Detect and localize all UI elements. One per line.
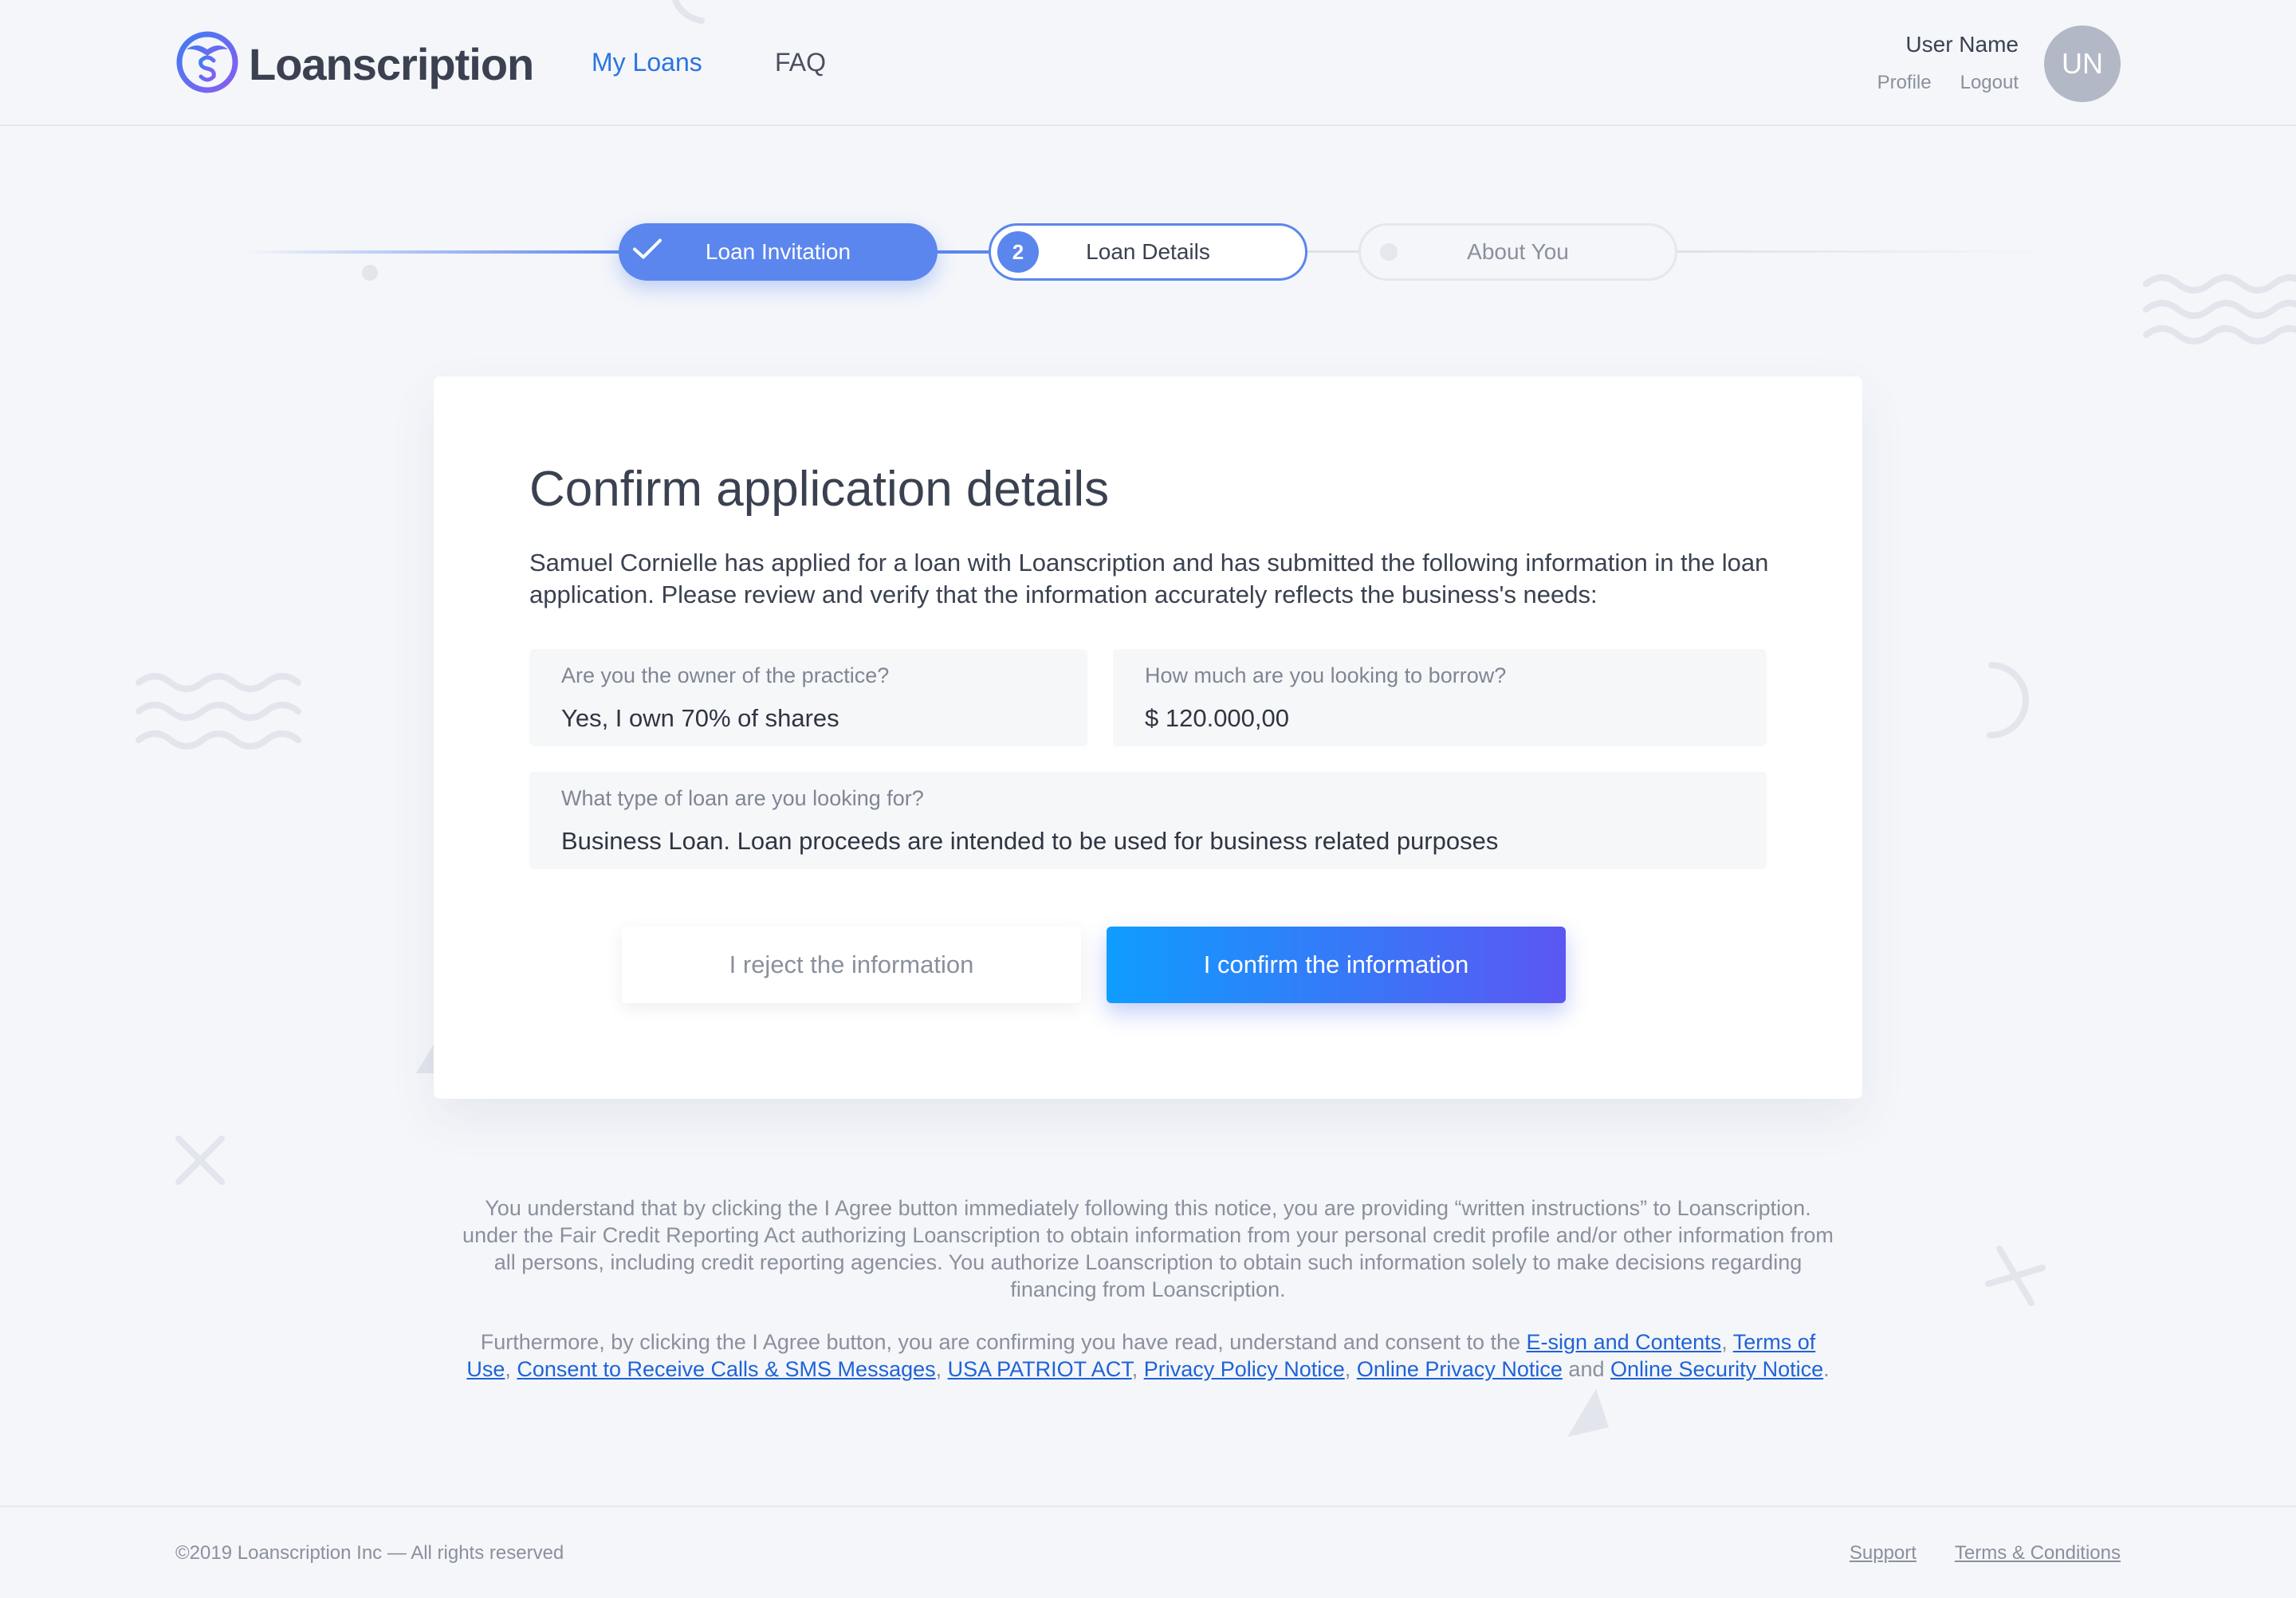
step-label: Loan Invitation	[705, 239, 851, 264]
step-dot-icon	[1380, 243, 1398, 261]
decorative-triangle-right	[1564, 1387, 1612, 1439]
brand-logo[interactable]: Loanscription	[175, 30, 534, 98]
field-value: $ 120.000,00	[1145, 704, 1290, 732]
footer-links: Support Terms & Conditions	[1850, 1542, 2121, 1565]
copyright-text: ©2019 Loanscription Inc — All rights res…	[175, 1542, 564, 1564]
separator: ,	[505, 1357, 517, 1381]
terms-conditions-link[interactable]: Terms & Conditions	[1955, 1542, 2121, 1565]
stepper-track-right	[1676, 250, 2050, 253]
field-value: Yes, I own 70% of shares	[561, 704, 839, 732]
card-intro-text: Samuel Cornielle has applied for a loan …	[529, 549, 1769, 608]
period: .	[1823, 1357, 1830, 1381]
stepper-track-completed	[936, 250, 989, 254]
online-security-link[interactable]: Online Security Notice	[1610, 1357, 1823, 1381]
privacy-policy-link[interactable]: Privacy Policy Notice	[1144, 1357, 1345, 1381]
online-privacy-link[interactable]: Online Privacy Notice	[1357, 1357, 1563, 1381]
step-label: Loan Details	[1086, 239, 1210, 264]
consent-calls-link[interactable]: Consent to Receive Calls & SMS Messages	[517, 1357, 935, 1381]
step-loan-details[interactable]: 2 Loan Details	[989, 223, 1307, 281]
loan-type-field: What type of loan are you looking for? B…	[529, 772, 1767, 869]
profile-link[interactable]: Profile	[1877, 72, 1932, 94]
field-label: Are you the owner of the practice?	[561, 663, 890, 687]
decorative-dot	[362, 265, 378, 281]
page-title: Confirm application details	[529, 462, 1110, 517]
nav-faq[interactable]: FAQ	[775, 48, 826, 77]
field-label: How much are you looking to borrow?	[1145, 663, 1507, 687]
borrow-amount-field: How much are you looking to borrow? $ 12…	[1113, 649, 1767, 746]
brand-name: Loanscription	[249, 38, 534, 89]
nav-my-loans[interactable]: My Loans	[592, 48, 702, 77]
separator: ,	[1721, 1330, 1733, 1354]
reject-button[interactable]: I reject the information	[622, 927, 1081, 1003]
support-link[interactable]: Support	[1850, 1542, 1917, 1565]
user-name: User Name	[1905, 32, 2019, 57]
top-header: Loanscription My Loans FAQ User Name Pro…	[0, 0, 2296, 126]
owner-field: Are you the owner of the practice? Yes, …	[529, 649, 1087, 746]
decorative-wave-left	[132, 667, 308, 778]
separator: and	[1562, 1357, 1610, 1381]
consent-notice: Furthermore, by clicking the I Agree but…	[462, 1328, 1834, 1383]
step-about-you[interactable]: About You	[1358, 223, 1677, 281]
caduceus-dollar-icon	[175, 30, 239, 98]
check-icon	[630, 238, 662, 267]
decorative-x-right	[1983, 1244, 2047, 1308]
stepper-track-pending	[1306, 250, 1360, 253]
separator: ,	[935, 1357, 948, 1381]
decorative-arc-right	[1958, 660, 2030, 740]
avatar[interactable]: UN	[2044, 26, 2121, 102]
consent-intro: Furthermore, by clicking the I Agree but…	[480, 1330, 1527, 1354]
field-value: Business Loan. Loan proceeds are intende…	[561, 827, 1499, 855]
separator: ,	[1344, 1357, 1357, 1381]
separator: ,	[1131, 1357, 1144, 1381]
patriot-act-link[interactable]: USA PATRIOT ACT	[948, 1357, 1132, 1381]
field-label: What type of loan are you looking for?	[561, 786, 924, 810]
fcra-notice: You understand that by clicking the I Ag…	[462, 1196, 1834, 1301]
logout-link[interactable]: Logout	[1960, 72, 2019, 94]
confirm-details-card: Confirm application details Samuel Corni…	[434, 376, 1862, 1099]
page-footer: ©2019 Loanscription Inc — All rights res…	[0, 1506, 2296, 1598]
stepper-track-left	[247, 250, 622, 254]
decorative-x-left	[174, 1134, 226, 1187]
step-loan-invitation[interactable]: Loan Invitation	[619, 223, 938, 281]
step-number: 2	[997, 231, 1039, 273]
decorative-wave-right	[2141, 268, 2296, 364]
step-label: About You	[1467, 239, 1569, 264]
confirm-button[interactable]: I confirm the information	[1107, 927, 1566, 1003]
user-links: Profile Logout	[1877, 72, 2019, 94]
esign-link[interactable]: E-sign and Contents	[1527, 1330, 1722, 1354]
